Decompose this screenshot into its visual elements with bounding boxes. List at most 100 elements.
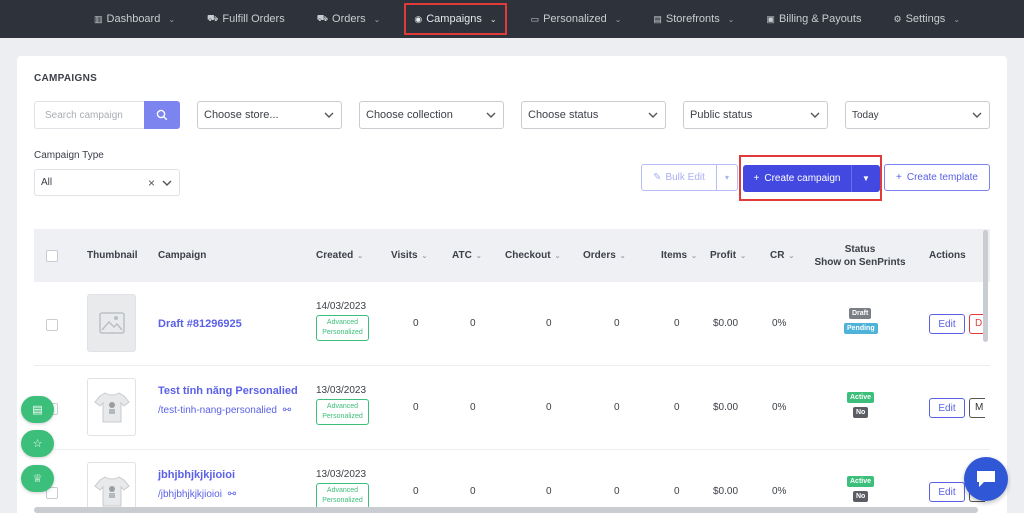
items-value: 0 bbox=[674, 486, 680, 497]
list-fab-button[interactable]: ▤ bbox=[21, 396, 54, 423]
cr-value: 0% bbox=[772, 318, 787, 329]
nav-campaigns[interactable]: ◉ Campaigns ⌄ bbox=[404, 3, 507, 35]
campaigns-card: CAMPAIGNS Choose store... Choose collect… bbox=[17, 56, 1007, 513]
search-group bbox=[34, 101, 180, 129]
create-campaign-label: Create campaign bbox=[764, 173, 841, 184]
th-cr[interactable]: CR ⌄ bbox=[770, 229, 794, 282]
sort-icon: ⌄ bbox=[475, 252, 482, 260]
advanced-personalized-tag: Advanced Personalized bbox=[316, 315, 369, 341]
thumbnail-placeholder[interactable] bbox=[87, 294, 136, 352]
bulk-edit-dropdown[interactable]: ▾ bbox=[717, 165, 737, 190]
edit-button[interactable]: Edit bbox=[929, 398, 965, 418]
nav-label: Orders bbox=[332, 13, 366, 25]
items-value: 0 bbox=[674, 318, 680, 329]
horizontal-scrollbar[interactable] bbox=[34, 507, 978, 513]
create-campaign-group: + Create campaign ▼ bbox=[743, 165, 880, 192]
date-select-value: Today bbox=[852, 109, 879, 121]
nav-fulfill-orders[interactable]: ⛟ Fulfill Orders bbox=[199, 0, 293, 38]
campaign-name-link[interactable]: Test tính năng Personalied bbox=[158, 385, 298, 397]
nav-personalized[interactable]: ▭ Personalized ⌄ bbox=[523, 0, 630, 38]
create-campaign-button[interactable]: + Create campaign bbox=[743, 165, 852, 192]
tag-line: Advanced bbox=[326, 319, 359, 326]
image-placeholder-icon bbox=[98, 312, 125, 334]
status-select[interactable]: Choose status bbox=[521, 101, 666, 129]
bulk-edit-group: ✎ Bulk Edit ▾ bbox=[641, 164, 738, 191]
th-thumbnail: Thumbnail bbox=[87, 250, 138, 261]
select-all-checkbox[interactable] bbox=[46, 249, 58, 262]
link-icon: ⚯ bbox=[282, 405, 292, 416]
chat-button[interactable] bbox=[964, 457, 1008, 501]
th-status: Status Show on SenPrints bbox=[814, 229, 906, 282]
table-row: Test tính năng Personalied /test-tinh-na… bbox=[34, 366, 990, 450]
date-select[interactable]: Today bbox=[845, 101, 990, 129]
public-status-select[interactable]: Public status bbox=[683, 101, 828, 129]
search-button[interactable] bbox=[144, 101, 180, 129]
clear-icon[interactable]: × bbox=[148, 176, 155, 190]
create-campaign-dropdown[interactable]: ▼ bbox=[852, 165, 880, 192]
th-checkout[interactable]: Checkout ⌄ bbox=[505, 229, 560, 282]
table-header: Thumbnail Campaign Created ⌄ Visits ⌄ ATC ⌄… bbox=[34, 229, 990, 282]
campaign-name-link[interactable]: Draft #81296925 bbox=[158, 318, 242, 330]
page-title: CAMPAIGNS bbox=[34, 73, 98, 84]
tshirt-icon bbox=[93, 392, 130, 423]
th-status-line1: Status bbox=[844, 243, 876, 255]
gear-icon: ⚙ bbox=[893, 13, 902, 24]
collection-select[interactable]: Choose collection bbox=[359, 101, 504, 129]
sort-icon: ⌄ bbox=[619, 252, 626, 260]
nav-settings[interactable]: ⚙ Settings ⌄ bbox=[885, 0, 968, 38]
edit-button[interactable]: Edit bbox=[929, 482, 965, 502]
status-badge-no: No bbox=[853, 407, 869, 418]
search-input[interactable] bbox=[34, 101, 144, 129]
th-atc[interactable]: ATC ⌄ bbox=[452, 229, 482, 282]
campaign-type-select[interactable]: All × bbox=[34, 169, 180, 196]
store-select[interactable]: Choose store... bbox=[197, 101, 342, 129]
campaign-name-link[interactable]: jbhjbhjkjkjioioi bbox=[158, 469, 235, 481]
atc-value: 0 bbox=[470, 486, 476, 497]
search-icon bbox=[156, 109, 168, 121]
more-button[interactable]: M bbox=[969, 398, 985, 418]
link-icon: ⚯ bbox=[227, 489, 237, 500]
th-label: Items bbox=[661, 250, 688, 261]
create-template-button[interactable]: + Create template bbox=[884, 164, 990, 191]
table-row: Draft #81296925 14/03/2023 Advanced Pers… bbox=[34, 282, 990, 366]
chevron-down-icon: ⌄ bbox=[953, 14, 961, 24]
bulk-edit-button[interactable]: ✎ Bulk Edit bbox=[642, 165, 717, 190]
chat-icon bbox=[977, 471, 995, 487]
caret-down-icon: ▾ bbox=[724, 173, 729, 182]
tag-line: Personalized bbox=[322, 497, 363, 504]
nav-dashboard[interactable]: ▥ Dashboard ⌄ bbox=[86, 0, 183, 38]
profit-value: $0.00 bbox=[713, 318, 739, 329]
th-label: Checkout bbox=[505, 250, 551, 261]
bulk-edit-label: Bulk Edit bbox=[665, 172, 705, 183]
row-checkbox[interactable] bbox=[46, 319, 58, 331]
sort-icon: ⌄ bbox=[357, 252, 364, 260]
nav-billing-payouts[interactable]: ▣ Billing & Payouts bbox=[758, 0, 869, 38]
cr-value: 0% bbox=[772, 486, 787, 497]
tag-line: Personalized bbox=[322, 329, 363, 336]
campaign-slug-link[interactable]: /test-tinh-nang-personalied ⚯ bbox=[158, 405, 291, 416]
campaign-slug: /jbhjbhjkjkjioioi bbox=[158, 489, 222, 500]
edit-button[interactable]: Edit bbox=[929, 314, 965, 334]
trophy-fab-button[interactable]: ♕ bbox=[21, 465, 54, 492]
nav-orders[interactable]: ⛟ Orders ⌄ bbox=[309, 0, 389, 38]
chevron-down-icon: ⌄ bbox=[614, 14, 622, 24]
th-profit[interactable]: Profit ⌄ bbox=[710, 229, 746, 282]
chevron-down-icon bbox=[810, 112, 820, 118]
thumbnail-image[interactable] bbox=[87, 378, 136, 436]
chevron-down-icon: ⌄ bbox=[373, 14, 381, 24]
star-fab-button[interactable]: ☆ bbox=[21, 430, 54, 457]
th-orders[interactable]: Orders ⌄ bbox=[583, 229, 626, 282]
trophy-icon: ♕ bbox=[32, 473, 43, 485]
status-badge-no: No bbox=[853, 491, 869, 502]
vertical-scrollbar[interactable] bbox=[983, 230, 988, 342]
th-created[interactable]: Created ⌄ bbox=[316, 229, 363, 282]
th-visits[interactable]: Visits ⌄ bbox=[391, 229, 427, 282]
profit-value: $0.00 bbox=[713, 402, 739, 413]
nav-storefronts[interactable]: ▤ Storefronts ⌄ bbox=[645, 0, 742, 38]
orders-value: 0 bbox=[614, 402, 620, 413]
campaign-slug-link[interactable]: /jbhjbhjkjkjioioi ⚯ bbox=[158, 489, 236, 500]
th-label: ATC bbox=[452, 250, 472, 261]
plus-icon: + bbox=[753, 173, 760, 184]
th-items[interactable]: Items ⌄ bbox=[661, 229, 697, 282]
thumbnail-image[interactable] bbox=[87, 462, 136, 513]
